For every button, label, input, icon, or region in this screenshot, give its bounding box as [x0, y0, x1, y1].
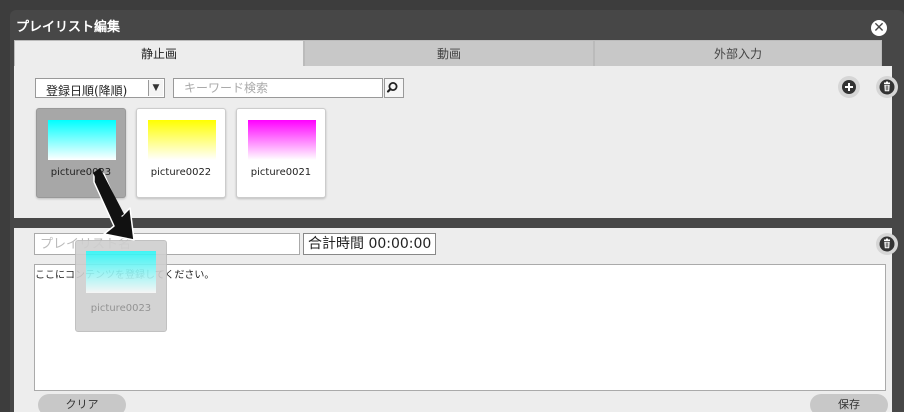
tab-external-input[interactable]: 外部入力: [594, 40, 882, 66]
trash-icon: [879, 79, 895, 95]
total-time-display: 合計時間 00:00:00: [303, 233, 437, 255]
library-item[interactable]: picture0023: [36, 108, 126, 198]
plus-circle-icon: [842, 80, 856, 94]
delete-content-button[interactable]: [876, 76, 898, 98]
thumbnail-image: [48, 120, 116, 160]
library-item-label: picture0023: [50, 167, 112, 178]
close-icon[interactable]: ✕: [871, 20, 887, 36]
search-button[interactable]: [384, 78, 404, 98]
search-icon: [386, 82, 398, 93]
library-item[interactable]: picture0022: [136, 108, 226, 198]
dragged-item-ghost[interactable]: picture0023: [75, 240, 167, 332]
sort-select-value: 登録日順(降順): [46, 84, 128, 98]
tab-videos[interactable]: 動画: [304, 40, 594, 66]
sort-select[interactable]: 登録日順(降順) ▼: [35, 78, 165, 98]
thumbnail-image: [148, 120, 216, 160]
content-library-panel: 登録日順(降順) ▼ キーワード検索 picture0023 picture00…: [14, 66, 898, 218]
thumbnail-image: [86, 251, 156, 293]
playlist-name-input[interactable]: [34, 233, 300, 255]
add-content-button[interactable]: [838, 76, 860, 98]
window-title: プレイリスト編集: [16, 20, 121, 35]
library-item[interactable]: picture0021: [236, 108, 326, 198]
playlist-editor-window: プレイリスト編集 ✕ 静止画 動画 外部入力 登録日順(降順) ▼ キーワード検…: [10, 10, 904, 412]
title-bar: プレイリスト編集 ✕: [10, 10, 904, 40]
trash-icon: [879, 236, 895, 252]
keyword-search-input[interactable]: [173, 78, 383, 98]
panel-divider: [10, 218, 904, 228]
save-button[interactable]: 保存: [810, 394, 888, 412]
dragged-item-label: picture0023: [90, 303, 152, 314]
chevron-down-icon[interactable]: ▼: [148, 80, 163, 96]
tab-still-images[interactable]: 静止画: [14, 40, 304, 66]
media-tabs: 静止画 動画 外部入力: [14, 40, 892, 66]
delete-playlist-item-button[interactable]: [876, 233, 898, 255]
library-item-label: picture0021: [250, 167, 312, 178]
clear-button[interactable]: クリア: [38, 394, 126, 412]
thumbnail-image: [248, 120, 316, 160]
library-item-label: picture0022: [150, 167, 212, 178]
